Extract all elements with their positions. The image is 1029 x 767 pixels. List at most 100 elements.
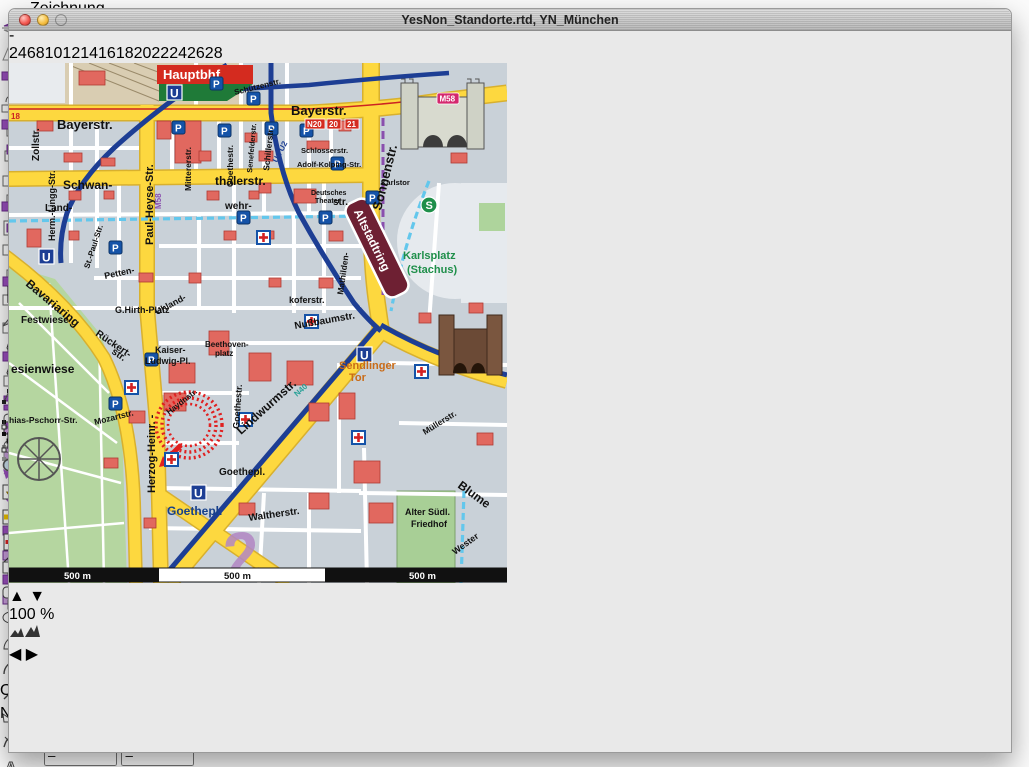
ruler-number: 2 (9, 45, 18, 62)
ruler-number: 8 (36, 45, 45, 62)
hospital-badge (415, 365, 428, 378)
status-bar: 100 % ◀ ▶ (9, 606, 1011, 664)
scroll-right-button[interactable]: ▶ (26, 646, 38, 663)
m58-badge: M58 (437, 93, 459, 104)
ubahn-badge: U (39, 249, 54, 265)
map-label: thalerstr. (215, 174, 266, 188)
map-label: Friedhof (411, 519, 448, 529)
parking-badge: P (237, 211, 250, 225)
map-label: Karlstor (381, 178, 410, 187)
map-scale-bar: 500 m 500 m 500 m (9, 568, 507, 582)
map-label: Tor (349, 372, 367, 384)
map-label: Mittererstr. (183, 147, 193, 191)
map-label: 18 (11, 112, 20, 121)
map-label: Ludwig-Pl. (145, 356, 191, 366)
app-window: YesNon_Standorte.rtd, YN_München 2468101… (8, 8, 1012, 753)
sbahn-badge: S (421, 197, 437, 213)
svg-text:P: P (213, 80, 220, 91)
ruler-number: 16 (98, 45, 116, 62)
map-label: Kaiser- (155, 345, 186, 355)
map-label: Goethestr. (225, 145, 235, 187)
map-label: Beethoven- (205, 340, 249, 349)
map-label: (Stachus) (407, 264, 457, 276)
map-label: Zollstr. (31, 128, 42, 161)
zoom-out-mountain-icon[interactable] (10, 628, 24, 637)
window-title: YesNon_Standorte.rtd, YN_München (9, 13, 1011, 27)
svg-text:500 m: 500 m (224, 571, 251, 582)
map-label: Sendlinger (339, 360, 397, 372)
svg-text:M58: M58 (440, 95, 456, 104)
svg-text:S: S (426, 200, 433, 212)
map-image[interactable]: Hauptbhf. Altstadtring 2 PP (9, 63, 1011, 588)
ruler-number: 24 (169, 45, 187, 62)
map-label: Herzog-Heinr. - (146, 414, 158, 493)
map-label: Land- (45, 203, 72, 214)
ubahn-badge: U (191, 485, 206, 501)
svg-text:500 m: 500 m (64, 571, 91, 582)
map-label: koferstr. (289, 295, 325, 305)
map-label: Schwan- (63, 178, 112, 192)
svg-text:U: U (42, 251, 51, 265)
zoom-in-mountain-icon[interactable] (25, 625, 40, 637)
map-label: esienwiese (11, 362, 75, 376)
svg-text:21: 21 (347, 120, 356, 129)
svg-text:U: U (194, 487, 203, 501)
ruler-number: 28 (205, 45, 223, 62)
parking-badge: P (109, 241, 122, 255)
map-label: wehr- (224, 201, 252, 212)
route-badge: 21 (345, 119, 359, 129)
svg-text:P: P (112, 400, 119, 411)
ruler-number: 12 (62, 45, 80, 62)
map-label: Karlsplatz (403, 250, 456, 262)
ruler-number: 20 (134, 45, 152, 62)
svg-text:U: U (170, 87, 179, 101)
map-label: Festwiese (21, 315, 69, 326)
map-label: Theater (315, 198, 341, 205)
map-label: Goethepl. (167, 504, 222, 518)
parking-badge: P (218, 124, 231, 138)
vertical-ruler[interactable]: 246810121416182022242628 (9, 45, 1011, 63)
map-label: Deutsches (311, 190, 347, 197)
map-label: M58 (154, 193, 163, 209)
ruler-number: 22 (151, 45, 169, 62)
ruler-number: 18 (116, 45, 134, 62)
ruler-number: 26 (187, 45, 205, 62)
ruler-number: 6 (27, 45, 36, 62)
svg-text:500 m: 500 m (409, 571, 436, 582)
svg-text:N20: N20 (307, 120, 322, 129)
svg-text:P: P (175, 124, 182, 135)
hospital-badge (165, 453, 178, 466)
map-label: platz (215, 349, 233, 358)
hospital-badge (125, 381, 138, 394)
svg-text:P: P (221, 127, 228, 138)
title-bar[interactable]: YesNon_Standorte.rtd, YN_München (9, 9, 1011, 31)
scroll-up-button[interactable]: ▲ (9, 588, 25, 605)
map-label: Schlosserstr. (301, 146, 348, 155)
scroll-down-button[interactable]: ▼ (29, 588, 45, 605)
route-badge: 20 (327, 119, 341, 129)
parking-badge: P (247, 92, 260, 106)
svg-text:P: P (322, 214, 329, 225)
svg-text:20: 20 (329, 120, 338, 129)
ruler-number: 14 (80, 45, 98, 62)
zoom-level-field[interactable]: 100 % (9, 606, 1011, 624)
route-badge: N20 (305, 119, 325, 129)
ferris-wheel-icon (18, 438, 60, 480)
svg-text:P: P (240, 214, 247, 225)
scroll-left-button[interactable]: ◀ (9, 646, 21, 663)
map-label: Bayerstr. (57, 117, 113, 132)
map-label: Alter Südl. (405, 507, 450, 517)
map-label: Goethepl. (219, 467, 265, 478)
ruler-number: 10 (45, 45, 63, 62)
parking-badge: P (109, 397, 122, 411)
parking-badge: P (210, 77, 223, 91)
map-label: Adolf-Kolping-Str. (297, 160, 361, 169)
map-label: hias-Pschorr-Str. (9, 415, 78, 425)
parking-badge: P (319, 211, 332, 225)
map-label: Bayerstr. (291, 103, 347, 118)
hospital-badge (352, 431, 365, 444)
ruler-number: 4 (18, 45, 27, 62)
document-canvas[interactable]: Hauptbhf. Altstadtring 2 PP (9, 63, 1011, 588)
hospital-badge (257, 231, 270, 244)
parking-badge: P (172, 121, 185, 135)
